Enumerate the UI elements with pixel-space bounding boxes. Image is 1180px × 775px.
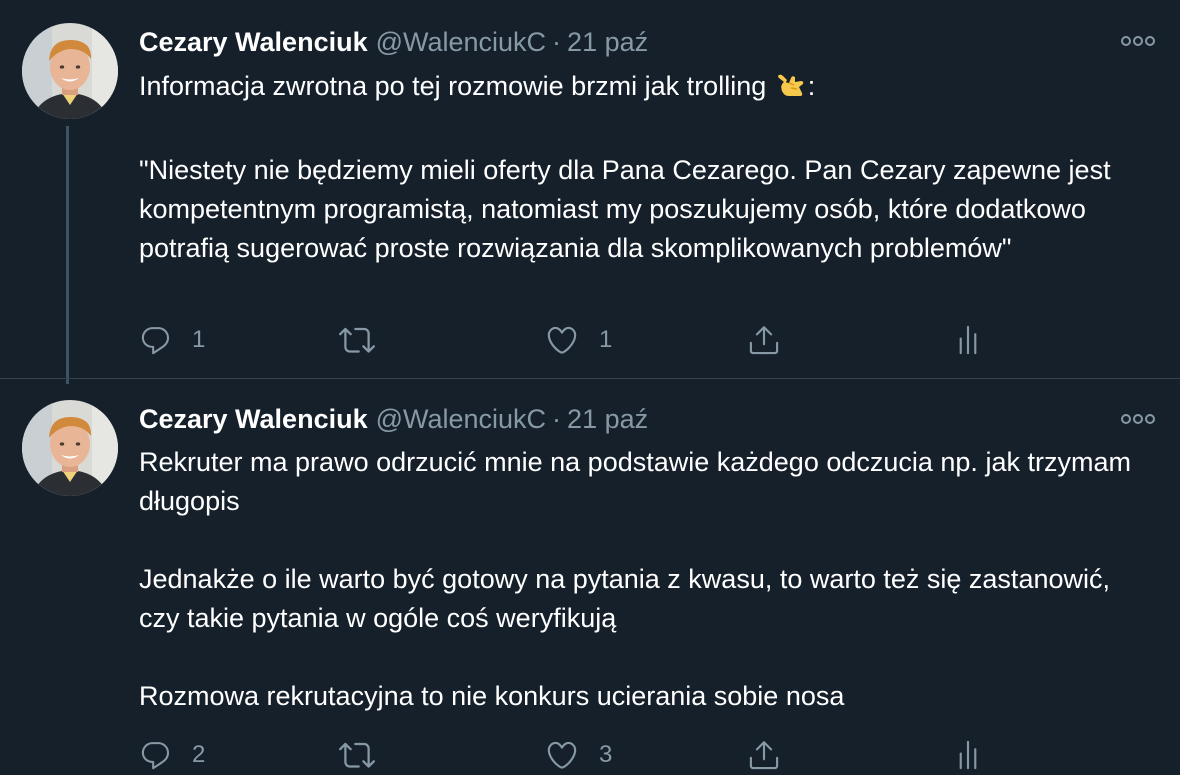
- reply-button[interactable]: 1: [139, 320, 205, 360]
- reply-icon: [139, 324, 172, 357]
- heart-icon: [545, 738, 579, 772]
- separator-dot: ·: [552, 27, 562, 57]
- reply-button[interactable]: 2: [139, 735, 205, 775]
- share-icon: [747, 323, 781, 357]
- reply-icon: [139, 739, 172, 772]
- separator-dot: ·: [552, 404, 562, 434]
- retweet-icon: [339, 322, 375, 358]
- tweet-paragraph: Rekruter ma prawo odrzucić mnie na podst…: [139, 447, 1131, 516]
- analytics-icon: [951, 323, 985, 357]
- share-button[interactable]: [747, 320, 781, 360]
- tweet-date[interactable]: 21 paź: [567, 404, 648, 434]
- author-name[interactable]: Cezary Walenciuk: [139, 27, 368, 57]
- more-options-icon[interactable]: [1118, 31, 1158, 51]
- author-handle[interactable]: @WalenciukC: [376, 27, 546, 57]
- retweet-button[interactable]: [339, 735, 375, 775]
- like-count: 1: [599, 326, 613, 353]
- reply-count: 2: [192, 741, 206, 768]
- like-button[interactable]: 1: [545, 320, 612, 360]
- analytics-icon: [951, 738, 985, 772]
- tweet[interactable]: Cezary Walenciuk @WalenciukC · 21 paź Infor…: [0, 0, 1180, 384]
- like-button[interactable]: 3: [545, 735, 612, 775]
- reply-count: 1: [192, 326, 206, 353]
- tweet-actions: 1 1: [139, 320, 1139, 360]
- tweet-header: Cezary Walenciuk @WalenciukC · 21 paź: [139, 401, 648, 437]
- analytics-button[interactable]: [951, 735, 985, 775]
- retweet-button[interactable]: [339, 320, 375, 360]
- retweet-icon: [339, 737, 375, 773]
- tweet-paragraph: Jednakże o ile warto być gotowy na pytan…: [139, 564, 1110, 633]
- share-button[interactable]: [747, 735, 781, 775]
- call-me-hand-emoji: [776, 69, 808, 112]
- avatar[interactable]: [22, 23, 118, 119]
- avatar[interactable]: [22, 400, 118, 496]
- tweet-actions: 2 3: [139, 735, 1139, 775]
- thread-connector-line: [66, 126, 69, 384]
- more-options-icon[interactable]: [1118, 409, 1158, 429]
- tweet-paragraph: "Niestety nie będziemy mieli oferty dla …: [139, 155, 1111, 263]
- tweet-paragraph: Informacja zwrotna po tej rozmowie brzmi…: [139, 67, 1149, 112]
- tweet[interactable]: Cezary Walenciuk @WalenciukC · 21 paź Rekru…: [0, 378, 1180, 775]
- author-handle[interactable]: @WalenciukC: [376, 404, 546, 434]
- tweet-date[interactable]: 21 paź: [567, 27, 648, 57]
- tweet-text: Informacja zwrotna po tej rozmowie brzmi…: [139, 67, 1149, 268]
- analytics-button[interactable]: [951, 320, 985, 360]
- tweet-text: Rekruter ma prawo odrzucić mnie na podst…: [139, 443, 1149, 716]
- author-name[interactable]: Cezary Walenciuk: [139, 404, 368, 434]
- like-count: 3: [599, 741, 613, 768]
- tweet-paragraph: Rozmowa rekrutacyjna to nie konkurs ucie…: [139, 681, 845, 711]
- share-icon: [747, 738, 781, 772]
- tweet-header: Cezary Walenciuk @WalenciukC · 21 paź: [139, 24, 648, 60]
- heart-icon: [545, 323, 579, 357]
